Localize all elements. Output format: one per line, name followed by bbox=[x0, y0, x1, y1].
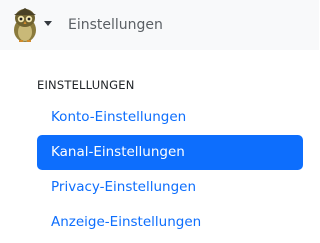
top-navbar: Einstellungen bbox=[0, 0, 319, 50]
owl-avatar-icon[interactable] bbox=[10, 7, 40, 43]
page-title: Einstellungen bbox=[68, 17, 163, 33]
sidebar-heading: EINSTELLUNGEN bbox=[37, 78, 135, 92]
sidebar-item-privacy-einstellungen[interactable]: Privacy-Einstellungen bbox=[37, 170, 303, 205]
sidebar-item-konto-einstellungen[interactable]: Konto-Einstellungen bbox=[37, 100, 303, 135]
settings-menu: Konto-Einstellungen Kanal-Einstellungen … bbox=[37, 100, 303, 240]
caret-down-icon[interactable] bbox=[44, 21, 52, 26]
sidebar-item-anzeige-einstellungen[interactable]: Anzeige-Einstellungen bbox=[37, 205, 303, 240]
sidebar-item-kanal-einstellungen[interactable]: Kanal-Einstellungen bbox=[37, 135, 303, 170]
